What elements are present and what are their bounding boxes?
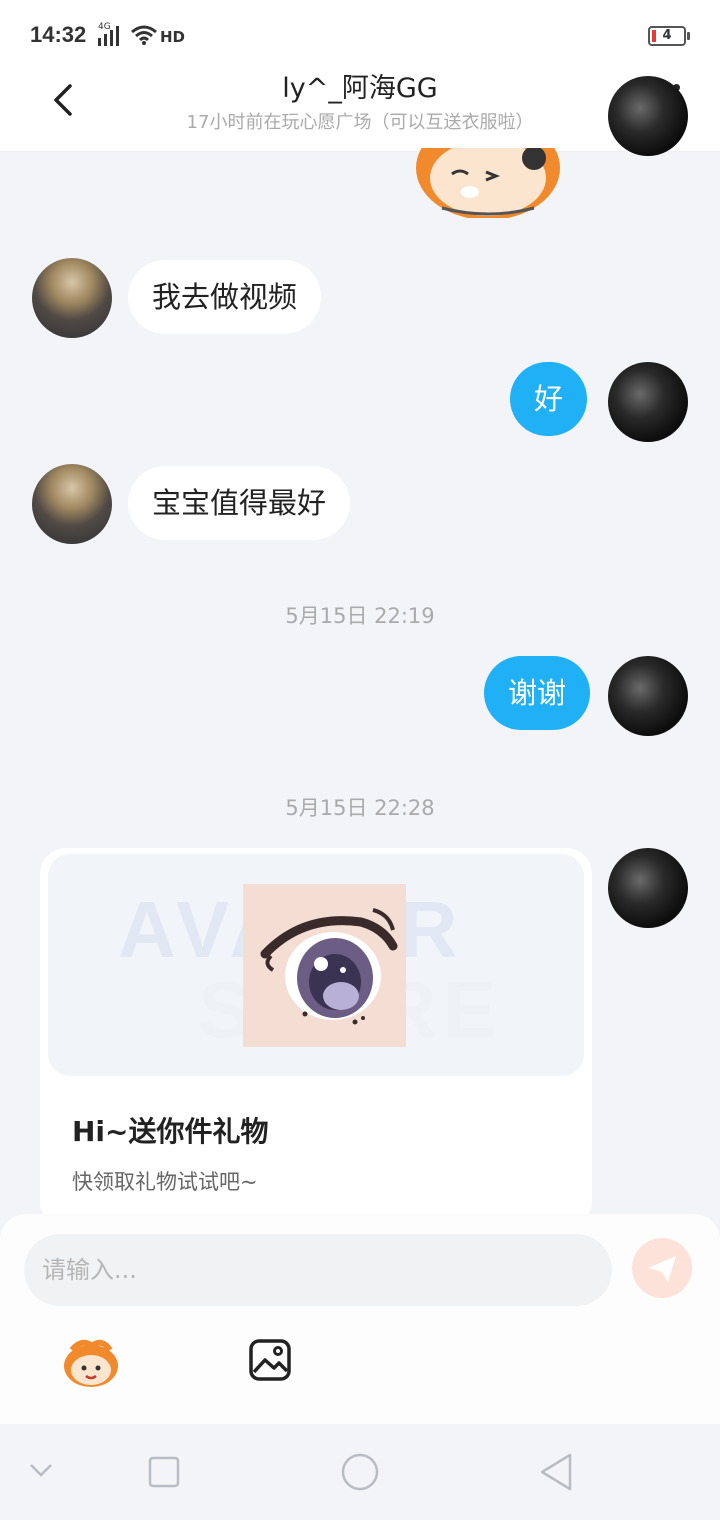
wifi-icon [131, 25, 157, 45]
status-time: 14:32 [30, 22, 87, 47]
gift-card[interactable]: AVATAR STORE Hi~送你件礼物 快领取礼物试试吧~ [40, 848, 592, 1228]
gift-description: 快领取礼物试试吧~ [72, 1170, 258, 1194]
network-type: 4G [98, 22, 111, 32]
gift-title: Hi~送你件礼物 [72, 1115, 269, 1148]
emoji-icon [64, 1339, 118, 1387]
message-timestamp: 5月15日 22:19 [285, 604, 435, 628]
nav-down-icon[interactable] [28, 1460, 54, 1480]
avatar-contact[interactable] [32, 464, 112, 544]
cellular-signal-icon: 4G [98, 22, 119, 46]
system-nav-bar [0, 1424, 720, 1520]
avatar-contact[interactable] [32, 258, 112, 338]
send-icon [648, 1256, 676, 1282]
avatar-self[interactable] [608, 656, 688, 736]
image-icon [249, 1339, 291, 1381]
send-button[interactable] [632, 1238, 692, 1298]
gift-item-image [243, 884, 406, 1047]
composer-panel [0, 1214, 720, 1424]
nav-back-icon[interactable] [538, 1452, 574, 1492]
status-bar: 14:32 4G HD 4 [0, 0, 720, 72]
battery-icon: 4 [648, 26, 690, 46]
image-button[interactable] [248, 1338, 292, 1382]
emoji-button[interactable] [62, 1338, 120, 1388]
avatar-self[interactable] [608, 848, 688, 928]
sticker-image[interactable] [412, 148, 564, 218]
message-input[interactable] [42, 1234, 594, 1306]
nav-recents-icon[interactable] [148, 1456, 180, 1488]
message-bubble-incoming[interactable]: 我去做视频 [128, 260, 322, 334]
message-input-container[interactable] [24, 1234, 612, 1306]
battery-level: 4 [662, 28, 672, 43]
message-bubble-incoming[interactable]: 宝宝值得最好 [128, 466, 351, 540]
avatar-self[interactable] [608, 362, 688, 442]
gift-banner: AVATAR STORE [48, 854, 584, 1076]
hd-indicator: HD [160, 28, 186, 46]
message-timestamp: 5月15日 22:28 [285, 796, 435, 820]
message-bubble-outgoing[interactable]: 好 [510, 362, 588, 436]
message-bubble-outgoing[interactable]: 谢谢 [484, 656, 591, 730]
avatar-self[interactable] [608, 76, 688, 156]
nav-home-icon[interactable] [340, 1452, 380, 1492]
